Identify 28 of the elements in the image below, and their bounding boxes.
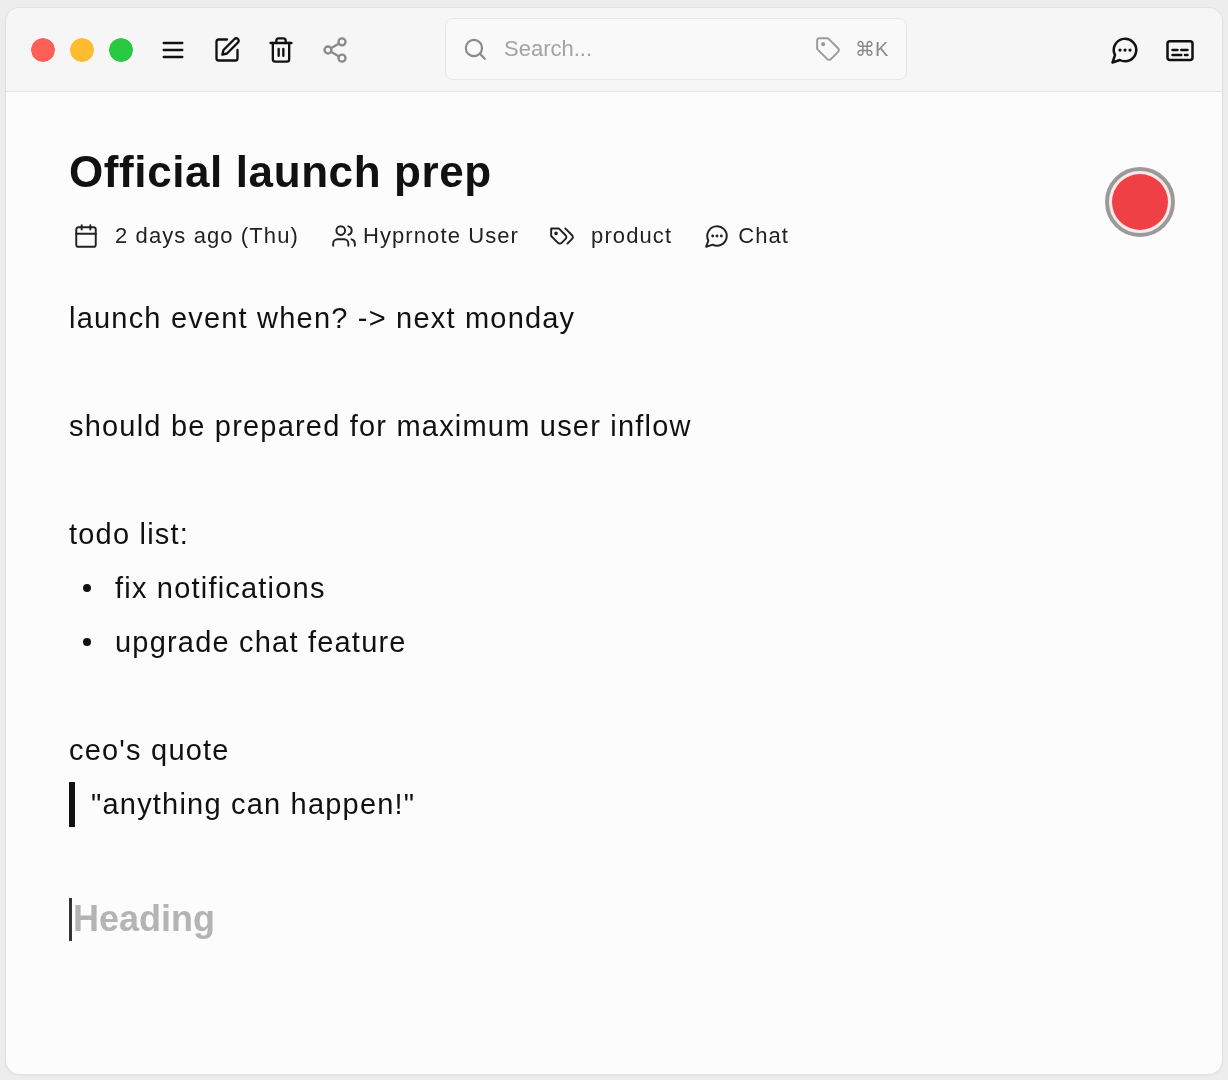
list-item-text: upgrade chat feature	[115, 625, 407, 659]
close-window-icon[interactable]	[31, 37, 55, 62]
bullet-icon	[83, 638, 91, 646]
list-item-text: fix notifications	[115, 571, 326, 605]
pencil-square-icon	[213, 35, 241, 64]
bullet-icon	[83, 584, 91, 592]
chat-bubble-icon	[1110, 34, 1140, 65]
share-icon	[321, 35, 349, 64]
heading-input[interactable]: Heading	[73, 897, 233, 941]
chat-bubble-icon	[704, 223, 731, 249]
note-title[interactable]: Official launch prep	[69, 147, 492, 197]
paragraph-text: should be prepared for maximum user inflow	[69, 409, 692, 443]
date-label[interactable]: 2 days ago (Thu)	[115, 223, 299, 249]
quote-bar	[69, 781, 75, 827]
trash-icon	[267, 35, 295, 64]
people-icon	[330, 223, 357, 249]
tag-icon	[815, 35, 841, 62]
calendar-icon	[73, 223, 99, 249]
quote-text: "anything can happen!"	[91, 787, 416, 821]
paragraph-text: launch event when? -> next monday	[69, 301, 576, 335]
tags-label[interactable]: product	[591, 223, 673, 249]
paragraph-text: todo list:	[69, 517, 189, 551]
participants-label[interactable]: Hyprnote User	[362, 223, 520, 249]
paragraph-text: ceo's quote	[69, 733, 230, 767]
record-button[interactable]	[1105, 167, 1175, 237]
chat-label[interactable]: Chat	[738, 223, 790, 249]
record-icon	[1105, 167, 1175, 237]
shortcut-hint: ⌘K	[855, 36, 889, 61]
